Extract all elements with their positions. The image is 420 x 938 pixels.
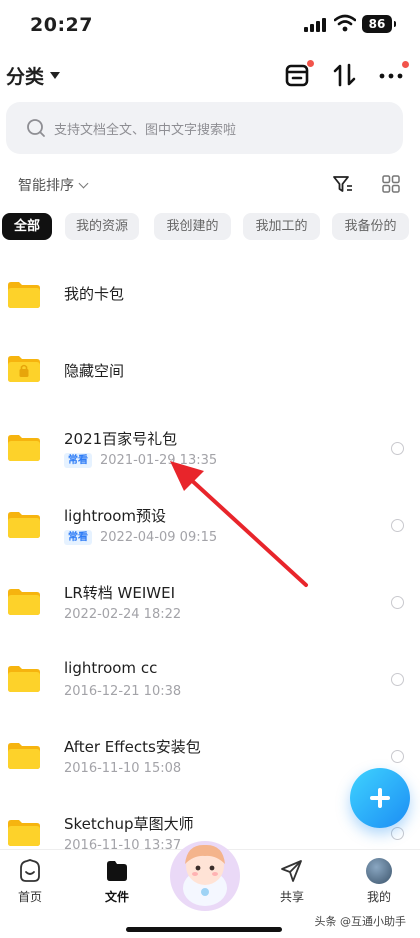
chip-all[interactable]: 全部 bbox=[2, 213, 52, 240]
grid-view-icon[interactable] bbox=[381, 174, 401, 194]
list-item[interactable]: lightroom cc 2016-12-21 10:38 bbox=[0, 640, 420, 717]
select-radio[interactable] bbox=[391, 673, 404, 686]
file-name: 隐藏空间 bbox=[64, 362, 125, 380]
page-title: 分类 bbox=[6, 66, 45, 88]
nav-me-label: 我的 bbox=[366, 890, 391, 904]
mascot-icon[interactable] bbox=[166, 836, 244, 912]
app-header: 分类 bbox=[0, 54, 420, 96]
sort-transfer-icon[interactable] bbox=[330, 60, 360, 90]
folder-icon bbox=[8, 282, 40, 308]
sort-label: 智能排序 bbox=[18, 178, 74, 194]
list-item[interactable]: 2021百家号礼包 常看 2021-01-29 13:35 bbox=[0, 409, 420, 486]
file-date: 2016-12-21 10:38 bbox=[64, 684, 182, 699]
notification-dot bbox=[402, 61, 409, 68]
list-item[interactable]: 隐藏空间 bbox=[0, 332, 420, 409]
file-list: 我的卡包 隐藏空间 2021百家号礼包 常看 2021-01-29 13:35 … bbox=[0, 255, 420, 849]
filter-chips: 全部 我的资源 我创建的 我加工的 我备份的 bbox=[0, 213, 420, 241]
chip-created-by-me[interactable]: 我创建的 bbox=[154, 213, 231, 240]
file-meta: 2022-02-24 18:22 bbox=[64, 607, 181, 622]
nav-files-label: 文件 bbox=[104, 890, 129, 904]
search-bar[interactable]: 支持文档全文、图中文字搜索啦 bbox=[6, 102, 403, 154]
folder-icon bbox=[8, 589, 40, 615]
file-date: 2021-01-29 13:35 bbox=[100, 453, 218, 468]
select-radio[interactable] bbox=[391, 442, 404, 455]
file-name: lightroom预设 bbox=[64, 507, 167, 525]
frequent-badge: 常看 bbox=[64, 530, 92, 545]
folder-icon bbox=[8, 666, 40, 692]
file-date: 2022-02-24 18:22 bbox=[64, 607, 182, 622]
file-date: 2022-04-09 09:15 bbox=[100, 530, 218, 545]
files-icon bbox=[107, 861, 127, 881]
file-meta: 2016-11-10 15:08 bbox=[64, 761, 181, 776]
wifi-icon bbox=[334, 14, 356, 32]
nav-home-label: 首页 bbox=[17, 890, 42, 904]
home-indicator bbox=[126, 927, 282, 932]
select-radio[interactable] bbox=[391, 519, 404, 532]
status-bar: 20:27 86 bbox=[0, 0, 420, 50]
file-meta: 2016-12-21 10:38 bbox=[64, 684, 181, 699]
caret-down-icon bbox=[50, 72, 61, 79]
file-name: LR转档 WEIWEI bbox=[64, 584, 176, 602]
add-button[interactable] bbox=[350, 768, 410, 828]
folder-icon bbox=[8, 435, 40, 461]
folder-icon bbox=[8, 512, 40, 538]
nav-share-label: 共享 bbox=[279, 890, 304, 904]
select-radio[interactable] bbox=[391, 750, 404, 763]
search-placeholder: 支持文档全文、图中文字搜索啦 bbox=[54, 122, 237, 138]
chip-my-resources[interactable]: 我的资源 bbox=[65, 213, 139, 240]
locked-folder-icon bbox=[8, 356, 40, 382]
nav-me[interactable]: 我的 bbox=[349, 858, 409, 905]
nav-files[interactable]: 文件 bbox=[87, 858, 147, 905]
file-name: After Effects安装包 bbox=[64, 738, 201, 756]
list-item[interactable]: 我的卡包 bbox=[0, 255, 420, 332]
chip-processed-by-me[interactable]: 我加工的 bbox=[243, 213, 320, 240]
file-meta: 2016-11-10 13:37 bbox=[64, 838, 181, 849]
clock: 20:27 bbox=[30, 14, 93, 36]
file-meta: 常看 2022-04-09 09:15 bbox=[64, 530, 217, 545]
list-item[interactable]: lightroom预设 常看 2022-04-09 09:15 bbox=[0, 486, 420, 563]
sort-toolbar: 智能排序 bbox=[0, 170, 420, 198]
watermark: 头条 @互通小助手 bbox=[314, 915, 407, 928]
avatar bbox=[366, 858, 392, 884]
nav-home[interactable]: 首页 bbox=[0, 858, 60, 905]
folder-icon bbox=[8, 820, 40, 846]
file-date: 2016-11-10 13:37 bbox=[64, 838, 182, 849]
select-radio[interactable] bbox=[391, 596, 404, 609]
home-icon bbox=[20, 859, 40, 882]
file-date: 2016-11-10 15:08 bbox=[64, 761, 182, 776]
select-radio[interactable] bbox=[391, 827, 404, 840]
filter-icon[interactable] bbox=[332, 174, 354, 194]
sort-dropdown[interactable]: 智能排序 bbox=[18, 175, 89, 195]
chevron-down-icon bbox=[78, 178, 89, 188]
cellular-signal-icon bbox=[304, 18, 326, 32]
battery-indicator: 86 bbox=[362, 15, 396, 33]
file-name: lightroom cc bbox=[64, 659, 158, 677]
notification-dot bbox=[307, 60, 314, 67]
share-icon bbox=[281, 860, 302, 882]
list-item[interactable]: LR转档 WEIWEI 2022-02-24 18:22 bbox=[0, 563, 420, 640]
category-dropdown[interactable]: 分类 bbox=[6, 62, 61, 89]
file-name: 我的卡包 bbox=[64, 285, 125, 303]
file-name: Sketchup草图大师 bbox=[64, 815, 194, 833]
chip-backed-up-by-me[interactable]: 我备份的 bbox=[332, 213, 409, 240]
search-icon bbox=[27, 119, 45, 137]
file-meta: 常看 2021-01-29 13:35 bbox=[64, 453, 217, 468]
file-name: 2021百家号礼包 bbox=[64, 430, 178, 448]
frequent-badge: 常看 bbox=[64, 453, 92, 468]
nav-share[interactable]: 共享 bbox=[262, 858, 322, 905]
folder-icon bbox=[8, 743, 40, 769]
